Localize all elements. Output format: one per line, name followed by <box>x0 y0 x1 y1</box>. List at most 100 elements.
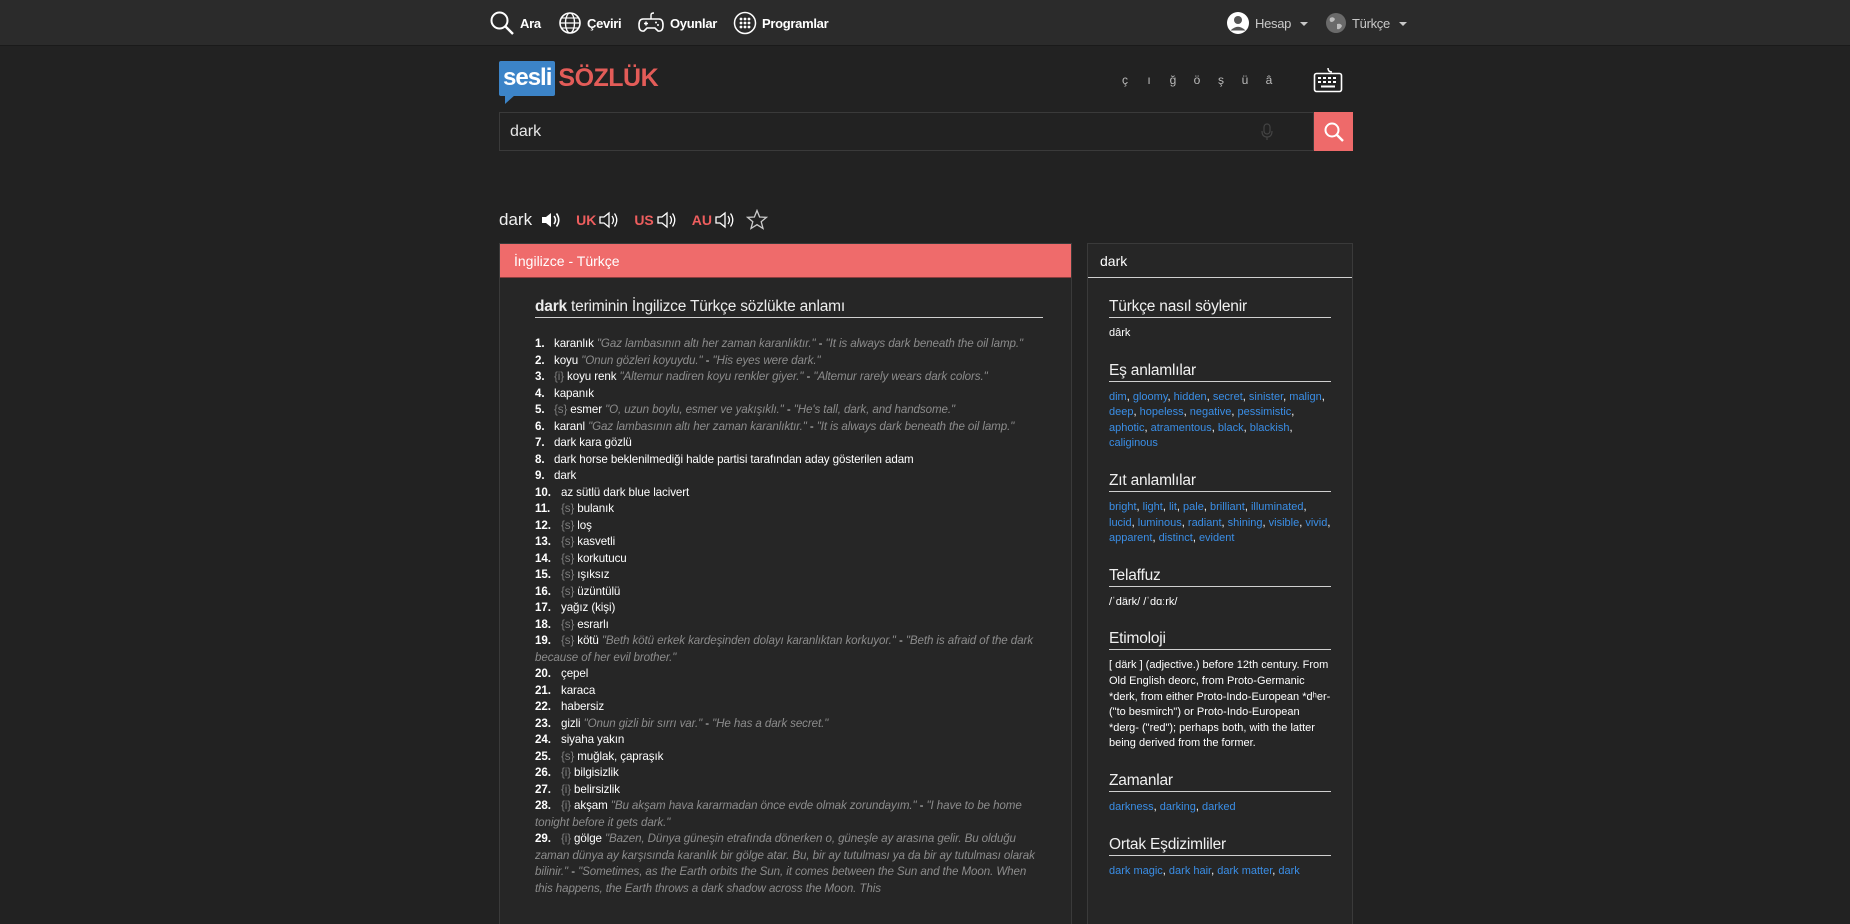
keyboard-icon[interactable] <box>1313 66 1343 94</box>
search-button[interactable] <box>1314 112 1353 151</box>
section-title: Türkçe nasıl söylenir <box>1109 298 1331 318</box>
synonym-link[interactable]: caliginous <box>1109 437 1158 449</box>
meaning-number: 15. <box>535 568 551 581</box>
antonym-link[interactable]: apparent <box>1109 532 1152 544</box>
pronunciation-text: dârk <box>1109 327 1131 339</box>
nav-translate[interactable]: Çeviri <box>558 10 622 36</box>
antonym-link[interactable]: pale <box>1183 501 1204 513</box>
word-type-tag: {i} <box>554 370 565 383</box>
synonym-link[interactable]: pessimistic <box>1238 406 1292 418</box>
example-sentence: "Bu akşam hava kararmadan önce evde olma… <box>607 799 917 812</box>
meaning-item: 6. karanl "Gaz lambasının altı her zaman … <box>535 419 1043 436</box>
synonym-link[interactable]: blackish <box>1250 422 1290 434</box>
synonym-link[interactable]: malign <box>1289 391 1321 403</box>
synonym-link[interactable]: gloomy <box>1133 391 1168 403</box>
separator: , <box>1289 421 1293 434</box>
site-logo[interactable]: sesli SÖZLÜK <box>499 61 659 105</box>
meaning-number: 27. <box>535 782 551 796</box>
antonym-link[interactable]: brilliant <box>1210 501 1245 513</box>
synonym-link[interactable]: black <box>1218 422 1244 434</box>
collocation-link[interactable]: dark <box>1278 865 1299 877</box>
speaker-uk-icon[interactable] <box>598 210 620 230</box>
special-char[interactable]: ç <box>1113 73 1137 87</box>
word-title: dark <box>499 210 533 229</box>
speaker-au-icon[interactable] <box>714 210 736 230</box>
tense-links: darkness, darking, darked <box>1109 800 1331 816</box>
tenses-section: Zamanlar darkness, darking, darked <box>1088 772 1352 816</box>
nav-search[interactable]: Ara <box>489 10 541 36</box>
antonym-link[interactable]: evident <box>1199 532 1234 544</box>
antonym-link[interactable]: lit <box>1169 501 1177 513</box>
antonym-link[interactable]: light <box>1143 501 1163 513</box>
example-sentence: "Gaz lambasının altı her zaman karanlıkt… <box>584 419 807 433</box>
synonym-link[interactable]: hidden <box>1174 391 1207 403</box>
antonym-link[interactable]: visible <box>1269 517 1300 529</box>
nav-programs[interactable]: Programlar <box>733 10 829 36</box>
chevron-down-icon <box>1398 22 1407 26</box>
special-char[interactable]: ü <box>1233 73 1257 87</box>
nav-account[interactable]: Hesap <box>1226 10 1309 36</box>
meaning-word: karanlık <box>554 337 594 350</box>
synonym-link[interactable]: secret <box>1213 391 1243 403</box>
logo-sesli: sesli <box>499 61 556 104</box>
section-title: Telaffuz <box>1109 567 1331 587</box>
meaning-item: 14. {s} korkutucu <box>535 551 1043 568</box>
antonym-link[interactable]: lucid <box>1109 517 1132 529</box>
meaning-number: 12. <box>535 518 551 532</box>
nav-games[interactable]: Oyunlar <box>637 10 717 36</box>
tense-link[interactable]: darkness <box>1109 801 1154 813</box>
example-translation: "His eyes were dark." <box>709 353 821 367</box>
tense-link[interactable]: darking <box>1160 801 1196 813</box>
word-type-tag: {s} <box>561 551 575 565</box>
special-char[interactable]: ğ <box>1161 73 1185 87</box>
chevron-down-icon <box>1300 22 1309 26</box>
speaker-icon[interactable] <box>540 210 562 230</box>
synonym-link[interactable]: hopeless <box>1140 406 1184 418</box>
meaning-number: 1. <box>535 337 545 350</box>
search-icon <box>490 11 514 35</box>
meaning-number: 14. <box>535 551 551 565</box>
special-char[interactable]: â <box>1257 73 1281 87</box>
nav-language[interactable]: Türkçe <box>1325 10 1407 36</box>
search-input[interactable] <box>510 113 1250 150</box>
example-translation: "It is always dark beneath the oil lamp.… <box>822 337 1024 350</box>
synonym-link[interactable]: atramentous <box>1151 422 1212 434</box>
accent-us-label: US <box>634 212 654 228</box>
synonym-link[interactable]: aphotic <box>1109 422 1144 434</box>
antonym-link[interactable]: radiant <box>1188 517 1222 529</box>
antonym-link[interactable]: illuminated <box>1251 501 1304 513</box>
synonym-link[interactable]: deep <box>1109 406 1133 418</box>
meaning-word: az sütlü dark blue lacivert <box>561 485 690 499</box>
synonym-link[interactable]: dim <box>1109 391 1127 403</box>
special-char[interactable]: ö <box>1185 73 1209 87</box>
antonym-link[interactable]: luminous <box>1138 517 1182 529</box>
collocation-link[interactable]: dark magic <box>1109 865 1163 877</box>
meaning-number: 18. <box>535 617 551 631</box>
nav-search-label: Ara <box>520 15 541 31</box>
sidebar-title: dark <box>1088 244 1352 278</box>
collocation-link[interactable]: dark matter <box>1217 865 1272 877</box>
antonym-link[interactable]: shining <box>1228 517 1263 529</box>
synonym-link[interactable]: sinister <box>1249 391 1283 403</box>
antonym-link[interactable]: vivid <box>1305 517 1327 529</box>
antonym-link[interactable]: bright <box>1109 501 1137 513</box>
meaning-number: 21. <box>535 683 551 697</box>
word-type-tag: {i} <box>561 799 572 812</box>
meaning-word: ışıksız <box>577 568 610 581</box>
meaning-word: belirsizlik <box>574 782 620 796</box>
meaning-word: gölge <box>574 832 602 845</box>
globe-icon <box>559 12 581 34</box>
meaning-number: 11. <box>535 502 551 515</box>
antonym-link[interactable]: distinct <box>1159 532 1193 544</box>
star-icon[interactable] <box>746 209 768 231</box>
speaker-us-icon[interactable] <box>656 210 678 230</box>
tense-link[interactable]: darked <box>1202 801 1236 813</box>
collocation-link[interactable]: dark hair <box>1169 865 1211 877</box>
special-char[interactable]: ş <box>1209 73 1233 87</box>
synonym-link[interactable]: negative <box>1190 406 1232 418</box>
meaning-word: koyu renk <box>567 370 617 383</box>
nav-translate-label: Çeviri <box>587 15 622 31</box>
word-type-tag: {s} <box>561 568 575 581</box>
special-char[interactable]: ı <box>1137 73 1161 87</box>
microphone-icon[interactable] <box>1260 123 1274 141</box>
